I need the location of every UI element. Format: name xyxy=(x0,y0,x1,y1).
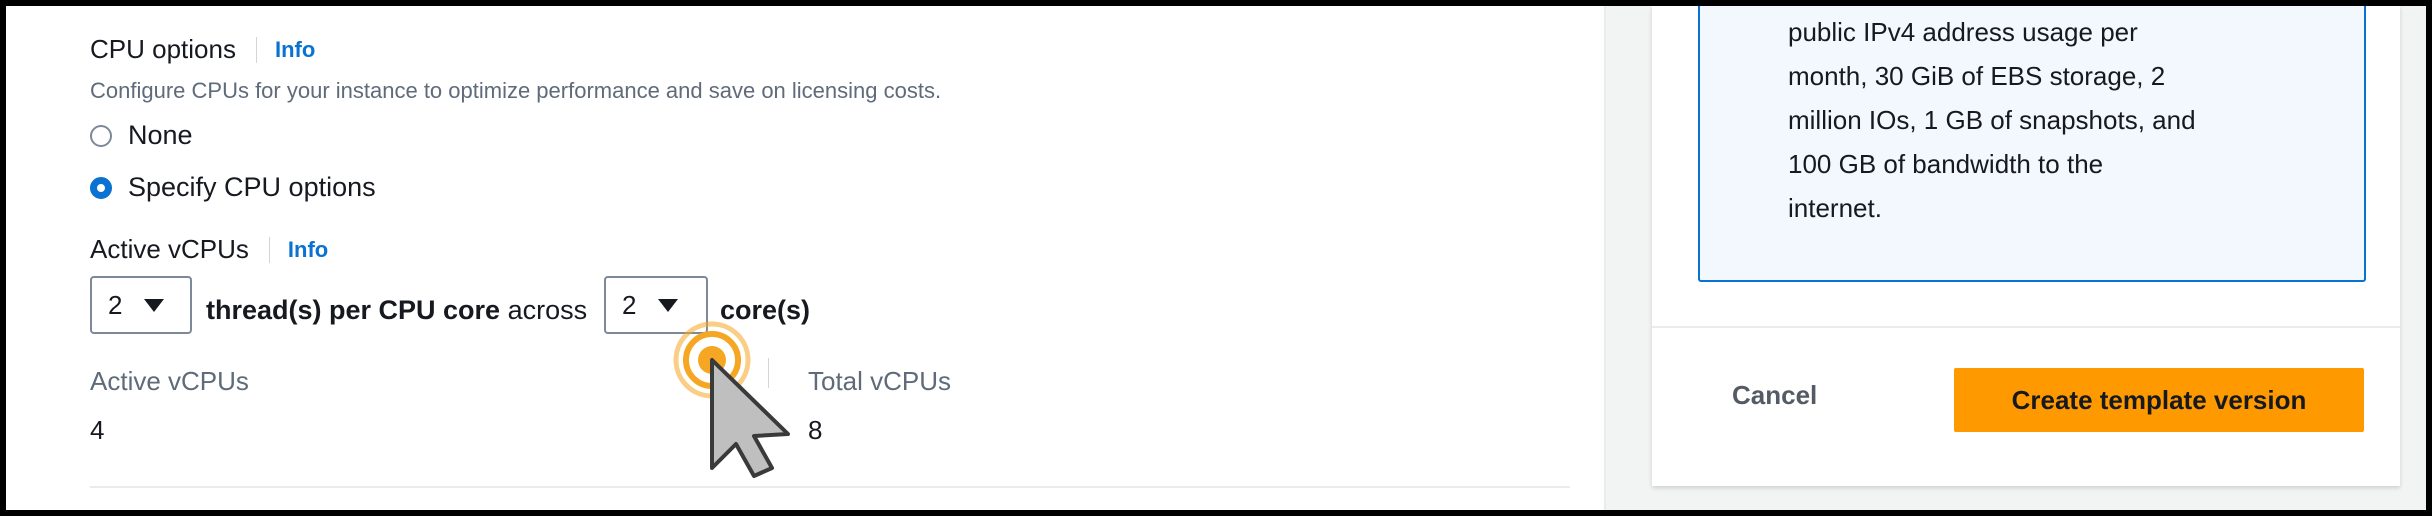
active-vcpus-info-link[interactable]: Info xyxy=(288,237,328,263)
info-line: public IPv4 address usage per xyxy=(1788,17,2138,47)
section-divider xyxy=(90,486,1570,488)
card-divider xyxy=(1652,326,2400,328)
cursor-arrow xyxy=(710,358,790,478)
active-vcpus-heading: Active vCPUs Info xyxy=(90,234,328,265)
mouse-pointer-icon xyxy=(673,321,790,478)
caret-down-icon xyxy=(144,298,165,312)
cpu-options-title: CPU options xyxy=(90,34,236,64)
panel-separator xyxy=(1604,6,1606,510)
create-template-version-button[interactable]: Create template version xyxy=(1954,368,2364,432)
radio-specify-cpu[interactable] xyxy=(90,176,112,199)
radio-none-option[interactable]: None xyxy=(90,120,193,151)
info-line: internet. xyxy=(1788,193,1882,223)
title-divider xyxy=(255,36,257,63)
window-frame: CPU options Info Configure CPUs for your… xyxy=(6,6,2426,510)
cpu-options-heading: CPU options Info xyxy=(90,34,315,65)
radio-specify-option[interactable]: Specify CPU options xyxy=(90,172,376,203)
label-divider xyxy=(268,236,270,263)
info-line: million IOs, 1 GB of snapshots, and xyxy=(1788,105,2196,135)
cores-select-value: 2 xyxy=(622,289,637,320)
info-line: month, 30 GiB of EBS storage, 2 xyxy=(1788,61,2166,91)
threads-select-value: 2 xyxy=(108,289,123,320)
radio-none[interactable] xyxy=(90,124,112,147)
across-text: across xyxy=(507,295,588,325)
active-vcpus-summary-value: 4 xyxy=(90,415,105,445)
free-tier-info-box: public IPv4 address usage per month, 30 … xyxy=(1698,6,2366,282)
summary-card: public IPv4 address usage per month, 30 … xyxy=(1652,6,2400,486)
free-tier-info-text: public IPv4 address usage per month, 30 … xyxy=(1788,10,2248,230)
threads-text: thread(s) per CPU core xyxy=(206,295,501,325)
radio-specify-label: Specify CPU options xyxy=(128,172,376,202)
threads-per-core-select[interactable]: 2 xyxy=(90,276,192,334)
threads-caption: thread(s) per CPU core across xyxy=(206,295,587,326)
cancel-button[interactable]: Cancel xyxy=(1732,380,1817,411)
radio-none-label: None xyxy=(128,120,193,150)
cpu-options-description: Configure CPUs for your instance to opti… xyxy=(90,78,942,103)
cpu-options-info-link[interactable]: Info xyxy=(275,37,315,63)
total-vcpus-label: Total vCPUs xyxy=(808,366,952,396)
caret-down-icon xyxy=(658,298,679,312)
active-vcpus-summary-label: Active vCPUs xyxy=(90,366,249,396)
active-vcpus-label: Active vCPUs xyxy=(90,234,249,264)
info-line: 100 GB of bandwidth to the xyxy=(1788,149,2104,179)
